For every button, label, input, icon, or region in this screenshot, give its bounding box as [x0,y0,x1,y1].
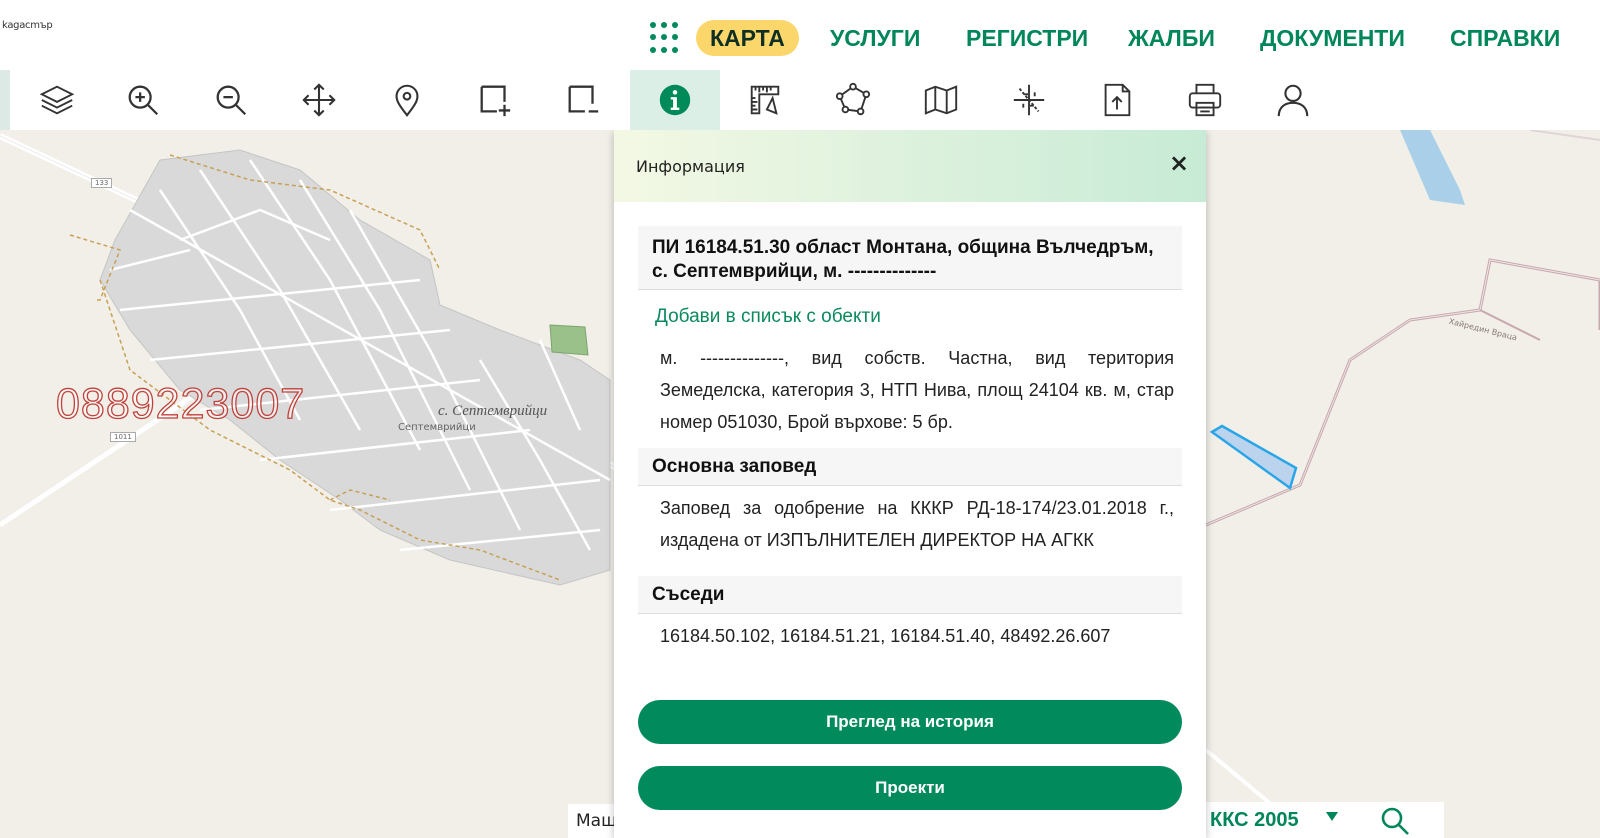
nav-dokumenti[interactable]: ДОКУМЕНТИ [1260,20,1405,56]
nav-spravki[interactable]: СПРАВКИ [1450,20,1560,56]
info-panel-title: Информация [636,157,745,176]
search-icon[interactable] [1380,806,1410,836]
neighbors-text: 16184.50.102, 16184.51.21, 16184.51.40, … [660,626,1111,646]
crs-selector: ККС 2005 [1196,802,1444,838]
neighbors-heading: Съседи [638,576,1182,614]
object-description: м. --------------, вид собств. Частна, в… [660,348,1174,432]
logo[interactable]: kagacmъp [2,20,53,31]
nav-karta[interactable]: КАРТА [696,20,799,56]
print-icon[interactable] [1162,70,1248,130]
apps-grid-icon[interactable] [650,22,682,54]
nav-registri[interactable]: РЕГИСТРИ [966,20,1088,56]
nav-zhalbi[interactable]: ЖАЛБИ [1128,20,1215,56]
add-to-list-link[interactable]: Добави в списък с обекти [655,306,881,328]
pan-icon[interactable] [276,70,362,130]
history-button[interactable]: Преглед на история [638,700,1182,744]
village-label: с. Септемврийци [438,403,548,419]
measure-icon[interactable] [722,70,808,130]
village-sublabel: Септемврийци [398,422,476,433]
polygon-icon[interactable] [810,70,896,130]
rectangle-zoom-in-icon[interactable] [452,70,538,130]
order-text: Заповед за одобрение на КККР РД-18-174/2… [660,498,1174,550]
road-badge: 133 [91,178,113,188]
location-pin-icon[interactable] [364,70,450,130]
object-title: ПИ 16184.51.30 област Монтана, община Въ… [638,226,1182,290]
map-icon[interactable] [898,70,984,130]
info-panel: Информация × ПИ 16184.51.30 област Монта… [614,130,1206,838]
nav-uslugi[interactable]: УСЛУГИ [830,20,920,56]
rectangle-zoom-out-icon[interactable] [540,70,626,130]
zoom-out-icon[interactable] [188,70,274,130]
user-icon[interactable] [1250,70,1336,130]
close-icon[interactable]: × [1164,148,1194,178]
coordinates-icon[interactable] [986,70,1072,130]
watermark-phone: 0889223007 [55,379,306,428]
order-heading: Основна заповед [638,448,1182,486]
chevron-down-icon[interactable] [1326,812,1338,821]
info-panel-header: Информация × [614,130,1206,202]
layers-icon[interactable] [14,70,100,130]
projects-button[interactable]: Проекти [638,766,1182,810]
info-icon[interactable] [630,70,720,130]
zoom-in-icon[interactable] [100,70,186,130]
road-badge: 1011 [110,432,136,442]
upload-icon[interactable] [1074,70,1160,130]
map-toolbar [0,70,1600,130]
scale-label: Мащ [568,804,618,838]
crs-label[interactable]: ККС 2005 [1210,809,1299,832]
top-header: kagacmъp КАРТА УСЛУГИ РЕГИСТРИ ЖАЛБИ ДОК… [0,0,1600,70]
